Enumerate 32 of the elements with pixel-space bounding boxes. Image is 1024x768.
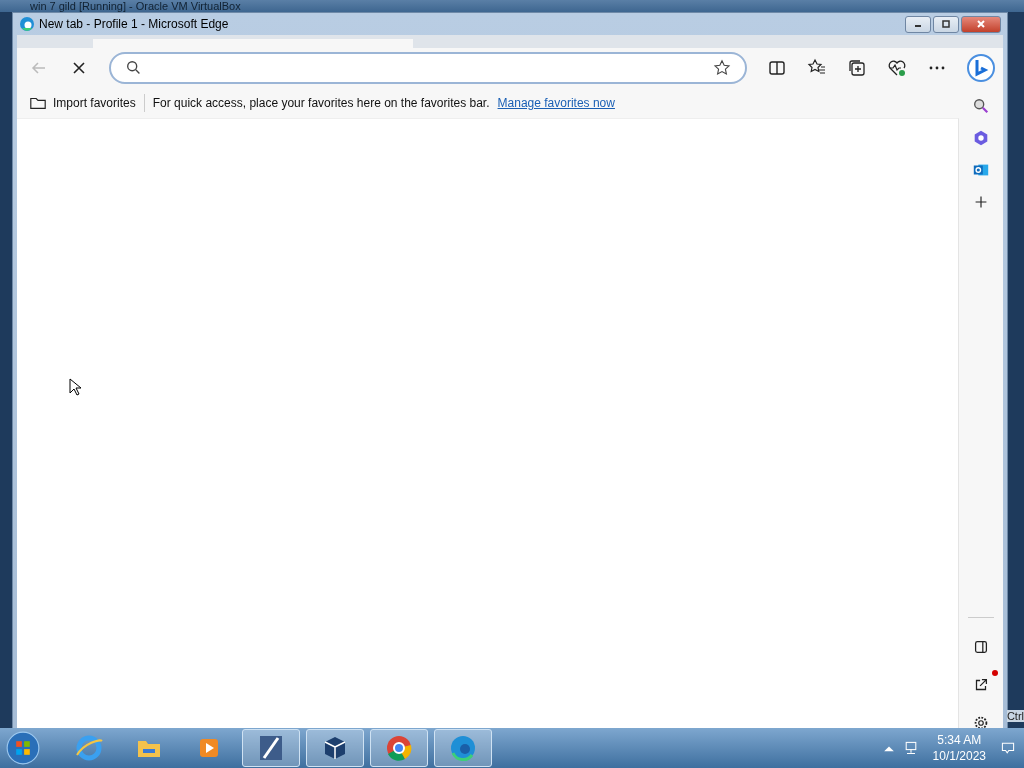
browser-logo-icon — [19, 16, 35, 32]
taskbar-app-button[interactable] — [306, 729, 364, 767]
star-icon[interactable] — [713, 59, 731, 77]
collections-icon[interactable] — [847, 58, 867, 78]
hexagon-app-icon[interactable] — [972, 129, 990, 147]
split-screen-icon[interactable] — [767, 58, 787, 78]
taskbar-app-button[interactable] — [434, 729, 492, 767]
notification-dot — [992, 670, 998, 676]
chrome-browser-icon — [384, 733, 414, 763]
notifications-icon[interactable] — [1000, 740, 1016, 756]
panel-icon[interactable] — [972, 638, 990, 656]
maximize-icon — [941, 19, 951, 29]
browser-e-icon — [74, 733, 104, 763]
import-favorites-button[interactable]: Import favorites — [29, 94, 136, 112]
taskbar-app-button[interactable] — [242, 729, 300, 767]
manage-favorites-link[interactable]: Manage favorites now — [497, 96, 615, 110]
browser-title: New tab - Profile 1 - Microsoft Edge — [39, 17, 229, 31]
close-button[interactable] — [961, 15, 1001, 33]
start-button[interactable] — [6, 731, 40, 765]
favorites-hint: For quick access, place your favorites here on the favorites bar. — [152, 96, 490, 110]
clock-time: 5:34 AM — [937, 732, 982, 748]
edge-browser-icon — [448, 733, 478, 763]
cursor-icon — [69, 378, 81, 396]
minimize-button[interactable] — [905, 15, 931, 33]
copilot-icon[interactable] — [966, 53, 996, 83]
clock-date: 10/1/2023 — [932, 748, 986, 764]
clock[interactable]: 5:34 AM 10/1/2023 — [924, 732, 994, 764]
heartbeat-icon[interactable] — [887, 58, 907, 78]
window-title: win 7 gild [Running] - Oracle VM VirtualBox — [30, 0, 241, 12]
maximize-button[interactable] — [933, 15, 959, 33]
search-icon[interactable] — [972, 97, 990, 115]
close-icon — [976, 19, 986, 29]
